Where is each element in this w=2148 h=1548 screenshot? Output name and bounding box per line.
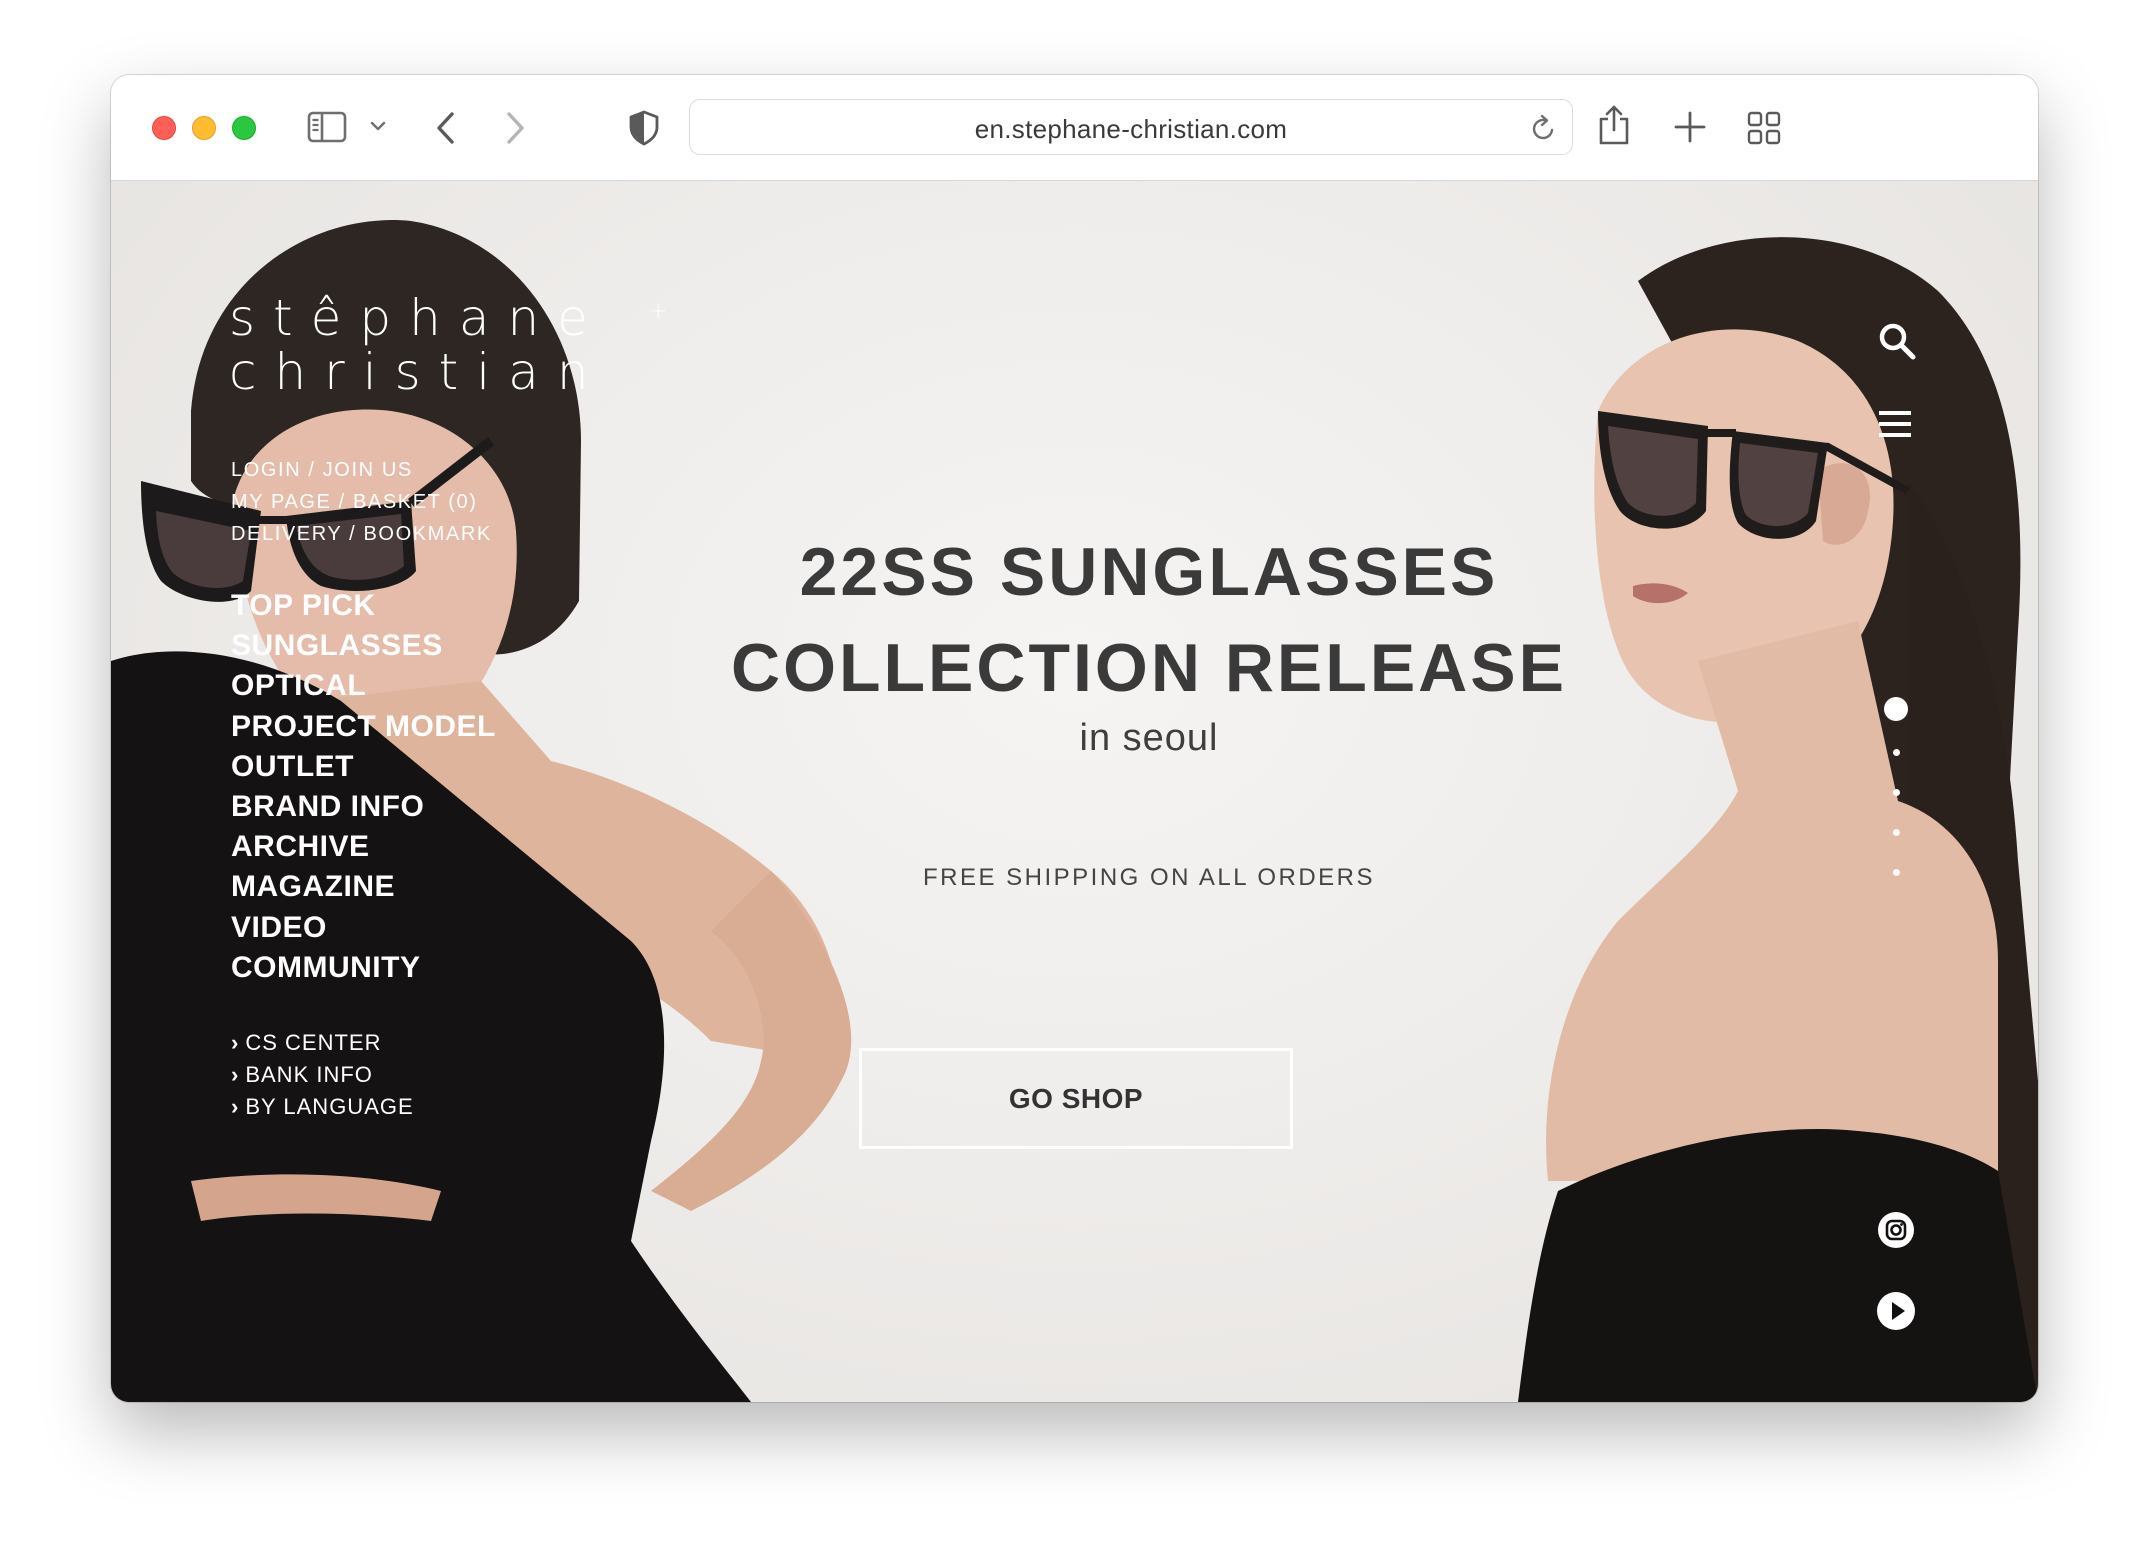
reload-icon[interactable] (1530, 113, 1558, 148)
chevron-right-icon: › (231, 1094, 240, 1119)
main-navigation: TOP PICK SUNGLASSES OPTICAL PROJECT MODE… (231, 586, 496, 988)
web-page: stêphane christian + LOGIN / JOIN US MY … (111, 181, 2038, 1402)
slider-dot-2[interactable] (1893, 749, 1900, 756)
back-icon[interactable] (434, 110, 458, 146)
nav-item-brand-info[interactable]: BRAND INFO (231, 787, 496, 827)
nav-item-magazine[interactable]: MAGAZINE (231, 867, 496, 907)
by-language-link[interactable]: › BY LANGUAGE (231, 1091, 414, 1123)
brand-logo[interactable]: stêphane christian + (229, 289, 667, 401)
brand-logo-line2: christian (229, 343, 607, 401)
bank-info-link[interactable]: › BANK INFO (231, 1059, 414, 1091)
login-join-link[interactable]: LOGIN / JOIN US (231, 454, 492, 486)
cs-center-label: CS CENTER (245, 1030, 382, 1055)
slider-dot-3[interactable] (1893, 789, 1900, 796)
slider-dot-1-active[interactable] (1884, 697, 1908, 721)
brand-logo-line1: stêphane (229, 289, 606, 347)
forward-icon[interactable] (503, 110, 527, 146)
chevron-right-icon: › (231, 1030, 240, 1055)
chevron-down-icon[interactable] (369, 119, 387, 133)
cs-center-link[interactable]: › CS CENTER (231, 1027, 414, 1059)
slider-dot-4[interactable] (1893, 829, 1900, 836)
utility-links: LOGIN / JOIN US MY PAGE / BASKET (0) DEL… (231, 454, 492, 550)
nav-item-video[interactable]: VIDEO (231, 908, 496, 948)
play-icon[interactable] (1876, 1291, 1916, 1336)
instagram-icon[interactable] (1877, 1211, 1915, 1254)
close-window-button[interactable] (152, 116, 176, 140)
mypage-basket-link[interactable]: MY PAGE / BASKET (0) (231, 486, 492, 518)
sidebar-icon[interactable] (307, 110, 347, 144)
browser-toolbar: en.stephane-christian.com (111, 75, 2038, 181)
shipping-notice: FREE SHIPPING ON ALL ORDERS (922, 864, 1376, 891)
nav-item-outlet[interactable]: OUTLET (231, 747, 496, 787)
chevron-right-icon: › (231, 1062, 240, 1087)
address-bar[interactable]: en.stephane-christian.com (689, 99, 1573, 155)
nav-item-project-model[interactable]: PROJECT MODEL (231, 707, 496, 747)
search-icon[interactable] (1877, 321, 1917, 366)
hero-title-line2: COLLECTION RELEASE (730, 630, 1568, 706)
shield-icon[interactable] (628, 110, 660, 146)
nav-item-top-pick[interactable]: TOP PICK (231, 586, 496, 626)
bank-info-label: BANK INFO (245, 1062, 373, 1087)
sub-navigation: › CS CENTER › BANK INFO › BY LANGUAGE (231, 1027, 414, 1123)
hero-subtitle: in seoul (1079, 717, 1219, 759)
tab-overview-icon[interactable] (1746, 110, 1782, 146)
slider-dot-5[interactable] (1893, 869, 1900, 876)
nav-item-archive[interactable]: ARCHIVE (231, 827, 496, 867)
brand-logo-plus: + (649, 299, 668, 324)
hero-title-line1: 22SS SUNGLASSES (799, 534, 1499, 610)
nav-item-sunglasses[interactable]: SUNGLASSES (231, 626, 496, 666)
right-model-image (1518, 237, 2038, 1402)
zoom-window-button[interactable] (232, 116, 256, 140)
minimize-window-button[interactable] (192, 116, 216, 140)
by-language-label: BY LANGUAGE (245, 1094, 414, 1119)
hero-title: 22SS SUNGLASSES COLLECTION RELEASE (611, 524, 1687, 716)
nav-item-community[interactable]: COMMUNITY (231, 948, 496, 988)
nav-item-optical[interactable]: OPTICAL (231, 666, 496, 706)
go-shop-button[interactable]: GO SHOP (859, 1048, 1293, 1149)
new-tab-icon[interactable] (1673, 110, 1707, 144)
url-text: en.stephane-christian.com (974, 114, 1288, 144)
browser-window: en.stephane-christian.com stêphane chris… (111, 75, 2038, 1402)
delivery-bookmark-link[interactable]: DELIVERY / BOOKMARK (231, 518, 492, 550)
share-icon[interactable] (1597, 103, 1631, 147)
menu-icon[interactable] (1877, 408, 1913, 445)
